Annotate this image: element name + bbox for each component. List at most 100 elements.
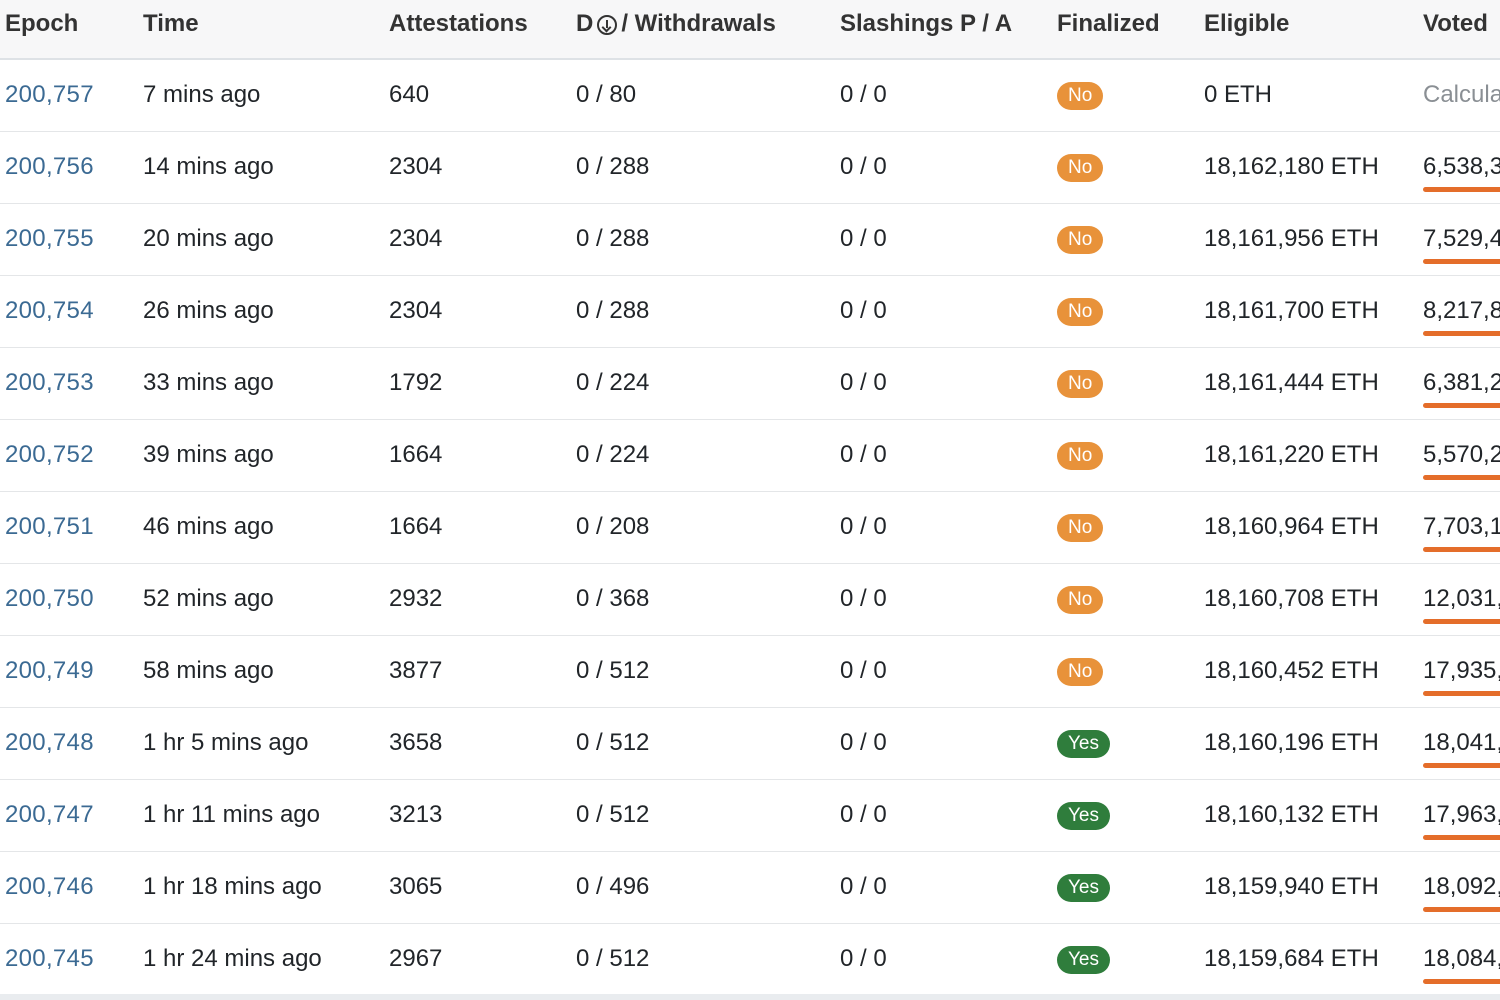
status-badge: No — [1057, 153, 1104, 182]
eligible-cell: 18,159,684 ETH — [1204, 945, 1379, 972]
voted-cell: 17,935, — [1423, 636, 1500, 708]
column-header-eligible[interactable]: Eligible — [1204, 0, 1289, 48]
finalized-cell: No — [1057, 492, 1104, 564]
deposits-withdrawals-cell: 0 / 512 — [576, 657, 650, 684]
time-cell: 58 mins ago — [143, 657, 274, 684]
epoch-cell: 200,752 — [5, 420, 94, 492]
column-header-deposits-withdrawals[interactable]: D / Withdrawals — [576, 0, 776, 48]
finalized-cell: No — [1057, 132, 1104, 204]
table-row: 200,756 14 mins ago 2304 0 / 288 0 / 0 No 18,1… — [0, 132, 1500, 204]
voted-progress-bar — [1423, 763, 1500, 768]
attestations-cell: 640 — [389, 81, 430, 108]
epoch-link[interactable]: 200,748 — [5, 729, 94, 756]
finalized-cell: No — [1057, 60, 1104, 132]
time-cell: 26 mins ago — [143, 297, 274, 324]
voted-cell: 17,963, — [1423, 780, 1500, 852]
attestations-cell: 1664 — [389, 441, 443, 468]
epoch-link[interactable]: 200,755 — [5, 225, 94, 252]
time-cell: 46 mins ago — [143, 513, 274, 540]
epoch-link[interactable]: 200,749 — [5, 657, 94, 684]
table-row: 200,746 1 hr 18 mins ago 3065 0 / 496 0 / 0 Y… — [0, 852, 1500, 924]
finalized-cell: Yes — [1057, 852, 1110, 924]
voted-progress-bar — [1423, 475, 1500, 480]
status-badge: Yes — [1057, 873, 1110, 902]
attestations-cell: 2304 — [389, 153, 443, 180]
voted-progress-bar — [1423, 403, 1500, 408]
column-header-slashings[interactable]: Slashings P / A — [840, 0, 1012, 48]
deposits-withdrawals-cell: 0 / 224 — [576, 441, 650, 468]
eligible-cell: 0 ETH — [1204, 81, 1273, 108]
voted-progress-bar — [1423, 259, 1500, 264]
attestations-cell: 3065 — [389, 873, 443, 900]
eligible-cell: 18,161,220 ETH — [1204, 441, 1379, 468]
deposits-withdrawals-cell: 0 / 288 — [576, 153, 650, 180]
epoch-cell: 200,756 — [5, 132, 94, 204]
status-badge: No — [1057, 657, 1104, 686]
epoch-link[interactable]: 200,747 — [5, 801, 94, 828]
attestations-cell: 2932 — [389, 585, 443, 612]
column-header-time[interactable]: Time — [143, 0, 199, 48]
voted-progress-bar — [1423, 547, 1500, 552]
finalized-cell: No — [1057, 204, 1104, 276]
voted-progress-bar — [1423, 331, 1500, 336]
table-row: 200,755 20 mins ago 2304 0 / 288 0 / 0 No 18,1… — [0, 204, 1500, 276]
deposits-withdrawals-cell: 0 / 80 — [576, 81, 637, 108]
epoch-cell: 200,747 — [5, 780, 94, 852]
epoch-cell: 200,746 — [5, 852, 94, 924]
status-badge: No — [1057, 297, 1104, 326]
table-row: 200,757 7 mins ago 640 0 / 80 0 / 0 No 0 ETH Ca… — [0, 60, 1500, 132]
slashings-cell: 0 / 0 — [840, 81, 887, 108]
voted-cell: 18,084, — [1423, 924, 1500, 996]
voted-progress-bar — [1423, 619, 1500, 624]
table-row: 200,749 58 mins ago 3877 0 / 512 0 / 0 No 18,1… — [0, 636, 1500, 708]
finalized-cell: No — [1057, 276, 1104, 348]
slashings-cell: 0 / 0 — [840, 873, 887, 900]
epoch-link[interactable]: 200,752 — [5, 441, 94, 468]
column-header-attestations[interactable]: Attestations — [389, 0, 528, 48]
epoch-cell: 200,754 — [5, 276, 94, 348]
column-header-finalized[interactable]: Finalized — [1057, 0, 1160, 48]
slashings-cell: 0 / 0 — [840, 729, 887, 756]
eligible-cell: 18,160,708 ETH — [1204, 585, 1379, 612]
voted-value: Calcula — [1423, 81, 1500, 108]
deposits-withdrawals-cell: 0 / 224 — [576, 369, 650, 396]
voted-cell: 5,570,2 — [1423, 420, 1500, 492]
finalized-cell: Yes — [1057, 780, 1110, 852]
table-row: 200,753 33 mins ago 1792 0 / 224 0 / 0 No 18,1… — [0, 348, 1500, 420]
eligible-cell: 18,161,444 ETH — [1204, 369, 1379, 396]
time-cell: 14 mins ago — [143, 153, 274, 180]
voted-cell: 18,092, — [1423, 852, 1500, 924]
eligible-cell: 18,160,452 ETH — [1204, 657, 1379, 684]
slashings-cell: 0 / 0 — [840, 297, 887, 324]
epoch-link[interactable]: 200,756 — [5, 153, 94, 180]
epoch-link[interactable]: 200,757 — [5, 81, 94, 108]
table-row: 200,750 52 mins ago 2932 0 / 368 0 / 0 No 18,1… — [0, 564, 1500, 636]
voted-cell: Calcula — [1423, 60, 1500, 132]
epoch-cell: 200,748 — [5, 708, 94, 780]
status-badge: Yes — [1057, 945, 1110, 974]
epoch-link[interactable]: 200,751 — [5, 513, 94, 540]
finalized-cell: No — [1057, 636, 1104, 708]
time-cell: 39 mins ago — [143, 441, 274, 468]
epoch-link[interactable]: 200,750 — [5, 585, 94, 612]
epoch-link[interactable]: 200,753 — [5, 369, 94, 396]
epoch-link[interactable]: 200,745 — [5, 945, 94, 972]
finalized-cell: Yes — [1057, 924, 1110, 996]
epoch-cell: 200,755 — [5, 204, 94, 276]
epoch-link[interactable]: 200,754 — [5, 297, 94, 324]
eligible-cell: 18,159,940 ETH — [1204, 873, 1379, 900]
slashings-cell: 0 / 0 — [840, 153, 887, 180]
time-cell: 52 mins ago — [143, 585, 274, 612]
column-header-epoch[interactable]: Epoch — [5, 0, 78, 48]
eligible-cell: 18,160,196 ETH — [1204, 729, 1379, 756]
column-header-voted[interactable]: Voted — [1423, 0, 1488, 48]
voted-cell: 6,381,2 — [1423, 348, 1500, 420]
epoch-link[interactable]: 200,746 — [5, 873, 94, 900]
eligible-cell: 18,160,132 ETH — [1204, 801, 1379, 828]
attestations-cell: 3877 — [389, 657, 443, 684]
finalized-cell: Yes — [1057, 708, 1110, 780]
slashings-cell: 0 / 0 — [840, 801, 887, 828]
epoch-cell: 200,757 — [5, 60, 94, 132]
deposits-withdrawals-cell: 0 / 512 — [576, 729, 650, 756]
deposits-withdrawals-cell: 0 / 368 — [576, 585, 650, 612]
